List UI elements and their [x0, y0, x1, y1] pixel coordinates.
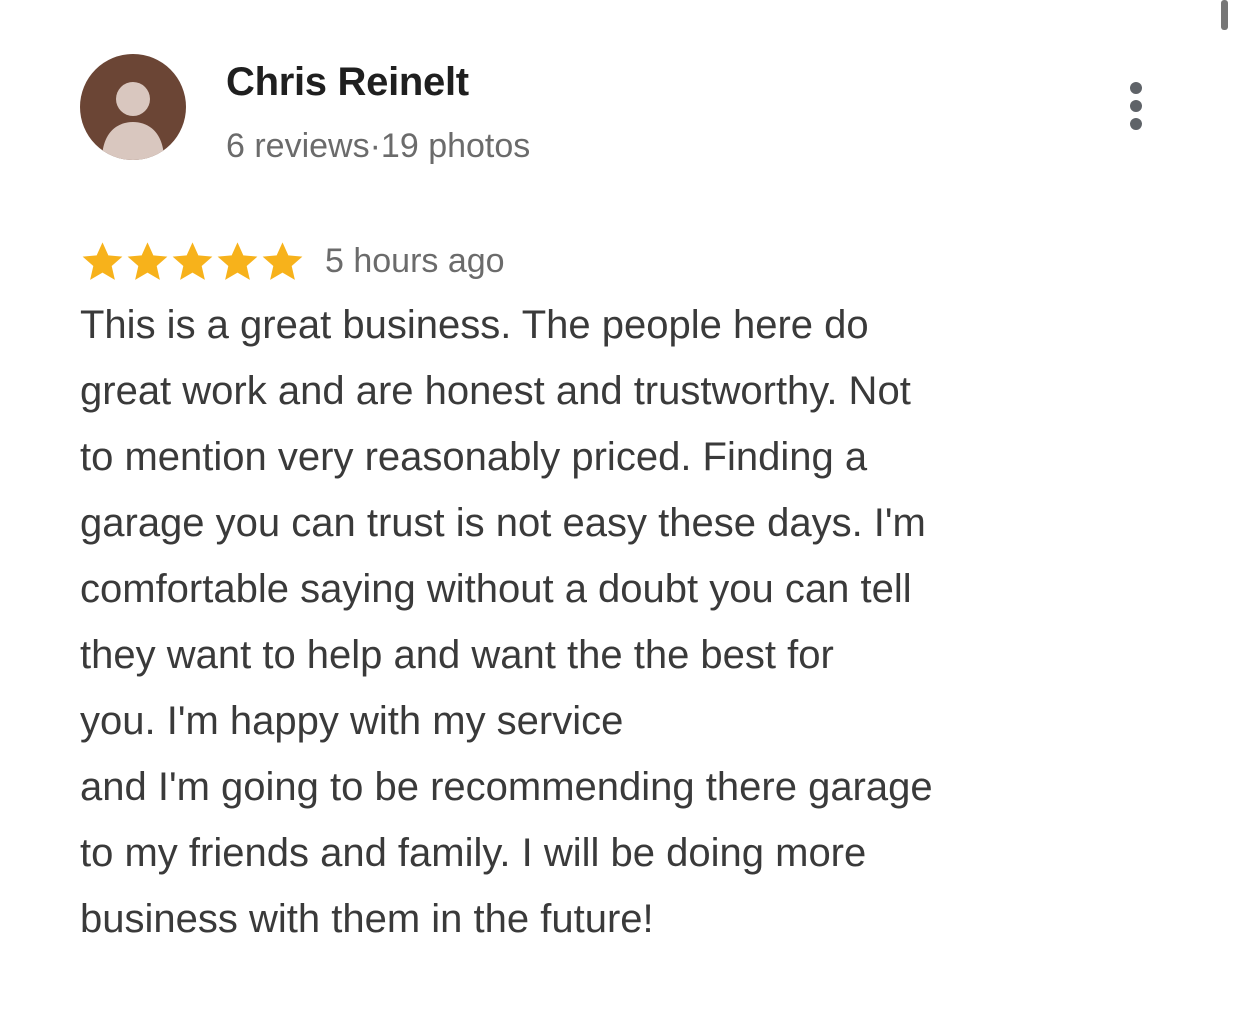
rating-row: 5 hours ago — [80, 236, 505, 286]
more-vertical-icon — [1130, 82, 1142, 130]
star-icon — [217, 241, 258, 280]
star-icon — [127, 241, 168, 280]
star-icon — [262, 241, 303, 280]
person-icon — [102, 82, 164, 160]
more-options-button[interactable] — [1116, 80, 1156, 134]
author-name[interactable]: Chris Reinelt — [226, 58, 469, 106]
author-stats: 6 reviews·19 photos — [226, 127, 531, 165]
review-time: 5 hours ago — [325, 242, 505, 280]
review-text: This is a great business. The people her… — [80, 303, 933, 941]
scrollbar[interactable] — [1221, 0, 1228, 30]
star-rating — [80, 239, 305, 284]
review-card: Chris Reinelt 6 reviews·19 photos 5 hour… — [0, 0, 1242, 1015]
star-icon — [82, 241, 123, 280]
avatar[interactable] — [80, 54, 186, 160]
star-icon — [172, 241, 213, 280]
